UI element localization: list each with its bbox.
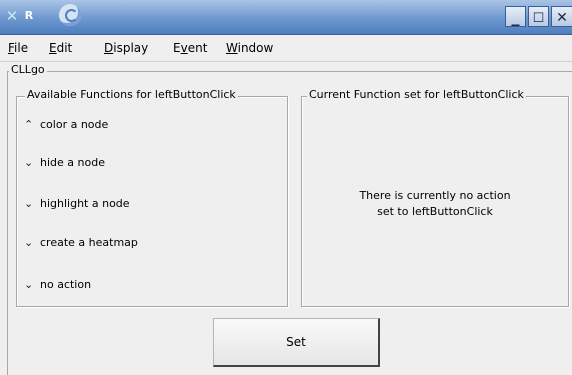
menu-event[interactable]: Event (173, 40, 207, 56)
option-hide-a-node[interactable]: ⌄ hide a node (24, 153, 105, 173)
set-button[interactable]: Set (213, 318, 380, 367)
available-functions-label: Available Functions for leftButtonClick (25, 88, 238, 102)
maximize-button[interactable]: ☐ (528, 6, 549, 27)
option-color-a-node[interactable]: ⌃ color a node (24, 115, 108, 135)
cllgo-frame-label: CLLgo (9, 63, 47, 77)
app-window: ✕ R _ ☐ ✕ File Edit Display Event Window… (0, 0, 572, 375)
chevron-down-icon: ⌄ (24, 197, 34, 210)
chevron-up-icon: ⌃ (24, 118, 34, 131)
minimize-button[interactable]: _ (505, 6, 526, 27)
maximize-icon: ☐ (532, 11, 545, 26)
menu-window[interactable]: Window (226, 40, 273, 56)
menu-edit[interactable]: Edit (49, 40, 72, 56)
minimize-icon: _ (511, 7, 520, 26)
menu-file[interactable]: File (8, 40, 28, 56)
no-action-message: There is currently no action set to left… (302, 188, 568, 220)
menu-display[interactable]: Display (104, 40, 148, 56)
chevron-down-icon: ⌄ (24, 236, 34, 249)
close-icon: ✕ (556, 10, 568, 26)
message-line-1: There is currently no action (359, 189, 511, 202)
chevron-down-icon: ⌄ (24, 278, 34, 291)
close-button[interactable]: ✕ (551, 6, 572, 27)
x-icon: ✕ (5, 7, 19, 25)
menu-bar: File Edit Display Event Window (0, 35, 572, 62)
option-create-a-heatmap[interactable]: ⌄ create a heatmap (24, 233, 138, 253)
chevron-down-icon: ⌄ (24, 156, 34, 169)
current-function-label: Current Function set for leftButtonClick (307, 88, 526, 102)
option-no-action[interactable]: ⌄ no action (24, 275, 91, 295)
option-highlight-a-node[interactable]: ⌄ highlight a node (24, 194, 130, 214)
swirl-icon (59, 4, 81, 26)
title-bar[interactable]: ✕ R _ ☐ ✕ (0, 0, 572, 35)
message-line-2: set to leftButtonClick (377, 205, 493, 218)
r-icon: R (24, 9, 34, 22)
